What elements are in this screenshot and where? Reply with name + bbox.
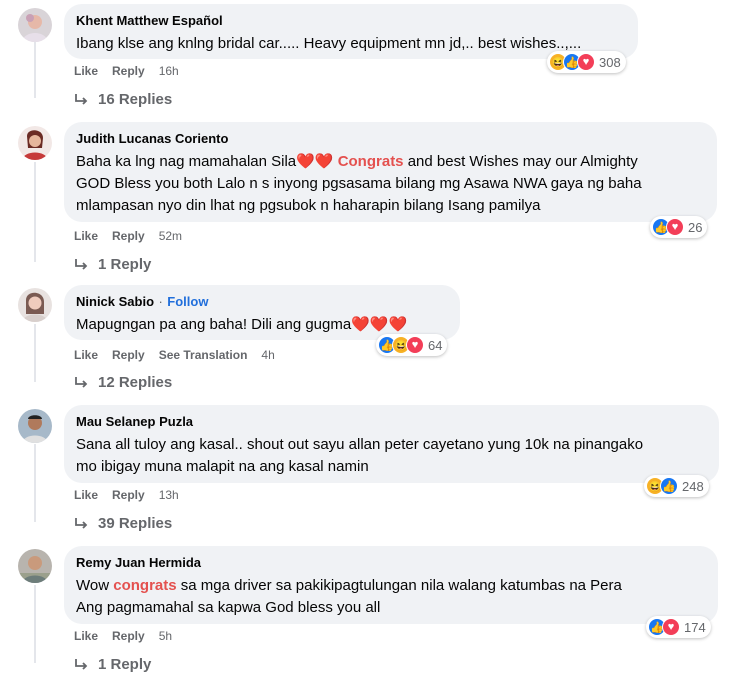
comment-text-segment: Ang pagmamahal sa kapwa God bless you al… bbox=[76, 599, 381, 616]
view-replies-button[interactable]: 16 Replies bbox=[74, 91, 172, 108]
replies-count: 1 Reply bbox=[98, 256, 152, 273]
reply-arrow-icon bbox=[75, 658, 88, 670]
separator-dot: · bbox=[158, 294, 163, 309]
love-icon: ♥ bbox=[577, 53, 595, 71]
reaction-summary[interactable]: 👍 ♥ 174 bbox=[646, 616, 711, 638]
replies-count: 16 Replies bbox=[98, 91, 173, 108]
reply-button[interactable]: Reply bbox=[112, 628, 145, 644]
comment-text-segment: sa mga driver sa pakikipagtulungan nila … bbox=[176, 577, 622, 594]
reaction-summary[interactable]: 😆 👍 ♥ 308 bbox=[547, 51, 626, 73]
thread-line bbox=[34, 444, 36, 522]
highlighted-word: Congrats bbox=[337, 153, 404, 170]
timestamp[interactable]: 4h bbox=[261, 347, 274, 363]
reply-button[interactable]: Reply bbox=[112, 487, 145, 503]
like-button[interactable]: Like bbox=[74, 228, 98, 244]
reaction-summary[interactable]: 😆 👍 248 bbox=[644, 475, 709, 497]
like-button[interactable]: Like bbox=[74, 347, 98, 363]
reaction-count: 26 bbox=[688, 219, 703, 235]
see-translation-button[interactable]: See Translation bbox=[159, 347, 248, 363]
timestamp[interactable]: 52m bbox=[159, 228, 182, 244]
replies-count: 12 Replies bbox=[98, 374, 173, 391]
comment-bubble: Mau Selanep Puzla Sana all tuloy ang kas… bbox=[64, 405, 719, 483]
comment-text-segment: GOD Bless you both Lalo n s inyong pgsas… bbox=[76, 175, 642, 192]
thread-line bbox=[34, 585, 36, 663]
love-icon: ♥ bbox=[666, 218, 684, 236]
avatar[interactable] bbox=[18, 288, 52, 322]
timestamp[interactable]: 5h bbox=[159, 628, 172, 644]
like-icon: 👍 bbox=[660, 477, 678, 495]
comment-bubble: Khent Matthew Español Ibang klse ang knl… bbox=[64, 4, 638, 59]
view-replies-button[interactable]: 1 Reply bbox=[74, 656, 151, 673]
comment-text-segment: and best Wishes may our Almighty bbox=[403, 153, 638, 170]
comment-text-segment: Wow bbox=[76, 577, 114, 594]
reply-button[interactable]: Reply bbox=[112, 63, 145, 79]
reaction-count: 64 bbox=[428, 337, 443, 353]
like-button[interactable]: Like bbox=[74, 487, 98, 503]
comment-bubble: Ninick Sabio · Follow Mapugngan pa ang b… bbox=[64, 285, 460, 340]
reaction-summary[interactable]: 👍 😆 ♥ 64 bbox=[376, 334, 448, 356]
commenter-name[interactable]: Remy Juan Hermida bbox=[76, 554, 201, 571]
follow-button[interactable]: Follow bbox=[167, 294, 208, 309]
comment-bubble: Judith Lucanas Coriento Baha ka lng nag … bbox=[64, 122, 717, 222]
comment-text-segment: mo ibigay muna malapit na ang kasal nami… bbox=[76, 458, 369, 475]
timestamp[interactable]: 13h bbox=[159, 487, 179, 503]
avatar[interactable] bbox=[18, 549, 52, 583]
comment-text: Ibang klse ang knlng bridal car..... Hea… bbox=[76, 35, 582, 52]
view-replies-button[interactable]: 1 Reply bbox=[74, 256, 151, 273]
comment-text: Wow congrats sa mga driver sa pakikipagt… bbox=[76, 575, 706, 619]
reply-arrow-icon bbox=[75, 93, 88, 105]
love-icon: ♥ bbox=[662, 618, 680, 636]
thread-line bbox=[34, 162, 36, 262]
replies-count: 1 Reply bbox=[98, 656, 152, 673]
commenter-name[interactable]: Judith Lucanas Coriento bbox=[76, 130, 228, 147]
highlighted-word: congrats bbox=[113, 577, 177, 594]
timestamp[interactable]: 16h bbox=[159, 63, 179, 79]
reply-button[interactable]: Reply bbox=[112, 347, 145, 363]
reply-arrow-icon bbox=[75, 517, 88, 529]
heart-emoji: ❤️❤️❤️ bbox=[351, 316, 408, 333]
comment-text: Sana all tuloy ang kasal.. shout out say… bbox=[76, 434, 707, 478]
view-replies-button[interactable]: 12 Replies bbox=[74, 374, 172, 391]
reaction-summary[interactable]: 👍 ♥ 26 bbox=[650, 216, 708, 238]
comment-text-segment: Sana all tuloy ang kasal.. shout out say… bbox=[76, 436, 644, 453]
comment-actions: Like Reply 5h bbox=[74, 628, 172, 644]
comment-text-segment: mlampasan nyo din lhat ng pgsubok n haha… bbox=[76, 197, 541, 214]
comment-text: Baha ka lng nag mamahalan Sila❤️❤️ Congr… bbox=[76, 151, 705, 217]
view-replies-button[interactable]: 39 Replies bbox=[74, 515, 172, 532]
avatar[interactable] bbox=[18, 409, 52, 443]
avatar[interactable] bbox=[18, 126, 52, 160]
thread-line bbox=[34, 324, 36, 382]
reply-arrow-icon bbox=[75, 258, 88, 270]
reaction-count: 174 bbox=[684, 619, 706, 635]
comment-actions: Like Reply 52m bbox=[74, 228, 182, 244]
commenter-name[interactable]: Mau Selanep Puzla bbox=[76, 413, 193, 430]
love-icon: ♥ bbox=[406, 336, 424, 354]
thread-line bbox=[34, 42, 36, 98]
like-button[interactable]: Like bbox=[74, 628, 98, 644]
replies-count: 39 Replies bbox=[98, 515, 173, 532]
reaction-count: 248 bbox=[682, 478, 704, 494]
comment-text-segment: Mapugngan pa ang baha! Dili ang gugma bbox=[76, 316, 352, 333]
like-button[interactable]: Like bbox=[74, 63, 98, 79]
comment-text: Mapugngan pa ang baha! Dili ang gugma❤️❤… bbox=[76, 314, 448, 336]
comment-text-segment: Baha ka lng nag mamahalan Sila bbox=[76, 153, 297, 170]
reply-button[interactable]: Reply bbox=[112, 228, 145, 244]
reply-arrow-icon bbox=[75, 376, 88, 388]
avatar[interactable] bbox=[18, 8, 52, 42]
comment-actions: Like Reply 16h bbox=[74, 63, 179, 79]
comment-actions: Like Reply See Translation 4h bbox=[74, 347, 275, 363]
reaction-count: 308 bbox=[599, 54, 621, 70]
commenter-name[interactable]: Ninick Sabio bbox=[76, 293, 154, 310]
heart-emoji: ❤️❤️ bbox=[296, 153, 334, 170]
comment-actions: Like Reply 13h bbox=[74, 487, 179, 503]
comment-bubble: Remy Juan Hermida Wow congrats sa mga dr… bbox=[64, 546, 718, 624]
commenter-name[interactable]: Khent Matthew Español bbox=[76, 12, 223, 29]
